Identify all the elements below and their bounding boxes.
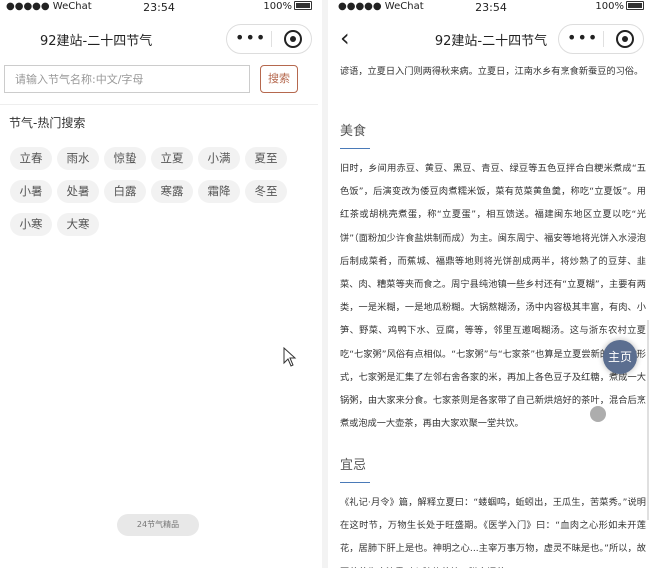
battery-label: 100%: [263, 1, 292, 12]
tag-item[interactable]: 冬至: [245, 180, 287, 203]
home-button[interactable]: 主页: [603, 340, 637, 374]
search-screen: ●●●●● WeChat 23:54 100% 92建站-二十四节气 ••• 搜…: [0, 0, 318, 568]
hot-tags: 立春 雨水 惊蛰 立夏 小满 夏至小暑 处暑 白露 寒露 霜降 冬至小寒 大寒: [10, 147, 310, 246]
battery-label: 100%: [595, 1, 624, 12]
section-title: 宜忌: [340, 458, 367, 473]
section-dos-donts: 宜忌 《礼记·月令》篇，解释立夏曰：“蝼蝈鸣，蚯蚓出，王瓜生，苦菜秀。”说明在这…: [340, 456, 646, 568]
section-title: 美食: [340, 124, 367, 139]
more-icon[interactable]: •••: [235, 30, 266, 46]
section-text: 旧时，乡间用赤豆、黄豆、黑豆、青豆、绿豆等五色豆拌合白粳米煮成“五色饭”，后演变…: [340, 163, 646, 430]
tag-item[interactable]: 处暑: [57, 180, 99, 203]
bottom-pill-button[interactable]: 24节气精品: [117, 514, 199, 536]
capsule-divider: [271, 31, 272, 47]
tag-item[interactable]: 寒露: [151, 180, 193, 203]
tag-item[interactable]: 小满: [198, 147, 240, 170]
mini-program-capsule: •••: [558, 24, 644, 54]
tag-item[interactable]: 霜降: [198, 180, 240, 203]
close-icon[interactable]: [616, 30, 634, 48]
nav-bar: ‹ 92建站-二十四节气 •••: [332, 14, 650, 60]
capsule-divider: [603, 31, 604, 47]
status-bar: ●●●●● WeChat 23:54 100%: [332, 0, 650, 14]
battery-icon: [626, 1, 644, 10]
status-bar: ●●●●● WeChat 23:54 100%: [0, 0, 318, 14]
scrollbar[interactable]: [647, 320, 649, 520]
tag-item[interactable]: 立夏: [151, 147, 193, 170]
nav-bar: 92建站-二十四节气 •••: [0, 14, 318, 60]
close-icon[interactable]: [284, 30, 302, 48]
tag-item[interactable]: 小暑: [10, 180, 52, 203]
battery-indicator: 100%: [595, 1, 644, 12]
tag-item[interactable]: 白露: [104, 180, 146, 203]
tag-item[interactable]: 惊蛰: [104, 147, 146, 170]
battery-icon: [294, 1, 312, 10]
section-underline: [340, 148, 370, 149]
search-button[interactable]: 搜索: [260, 65, 298, 93]
search-bar: 搜索: [0, 60, 318, 105]
section-food: 美食 旧时，乡间用赤豆、黄豆、黑豆、青豆、绿豆等五色豆拌合白粳米煮成“五色饭”，…: [340, 122, 646, 435]
hot-search-title: 节气-热门搜索: [9, 116, 86, 130]
mouse-cursor-icon: [283, 347, 297, 367]
tag-item[interactable]: 小寒: [10, 213, 52, 236]
battery-indicator: 100%: [263, 1, 312, 12]
page-title: 92建站-二十四节气: [40, 34, 153, 49]
more-icon[interactable]: •••: [567, 30, 598, 46]
intro-paragraph: 谚语，立夏日入门则两得秋来病。立夏日，江南水乡有烹食新蚕豆的习俗。: [340, 66, 644, 77]
tag-item[interactable]: 雨水: [57, 147, 99, 170]
section-text: 《礼记·月令》篇，解释立夏曰：“蝼蝈鸣，蚯蚓出，王瓜生，苦菜秀。”说明在这时节，…: [340, 497, 646, 568]
search-input[interactable]: [4, 65, 250, 93]
section-underline: [340, 482, 370, 483]
mini-program-capsule: •••: [226, 24, 312, 54]
tag-item[interactable]: 立春: [10, 147, 52, 170]
detail-screen: ●●●●● WeChat 23:54 100% ‹ 92建站-二十四节气 •••…: [332, 0, 650, 568]
tag-item[interactable]: 夏至: [245, 147, 287, 170]
panel-divider: [322, 0, 328, 568]
tag-item[interactable]: 大寒: [57, 213, 99, 236]
touch-indicator: [590, 406, 606, 422]
